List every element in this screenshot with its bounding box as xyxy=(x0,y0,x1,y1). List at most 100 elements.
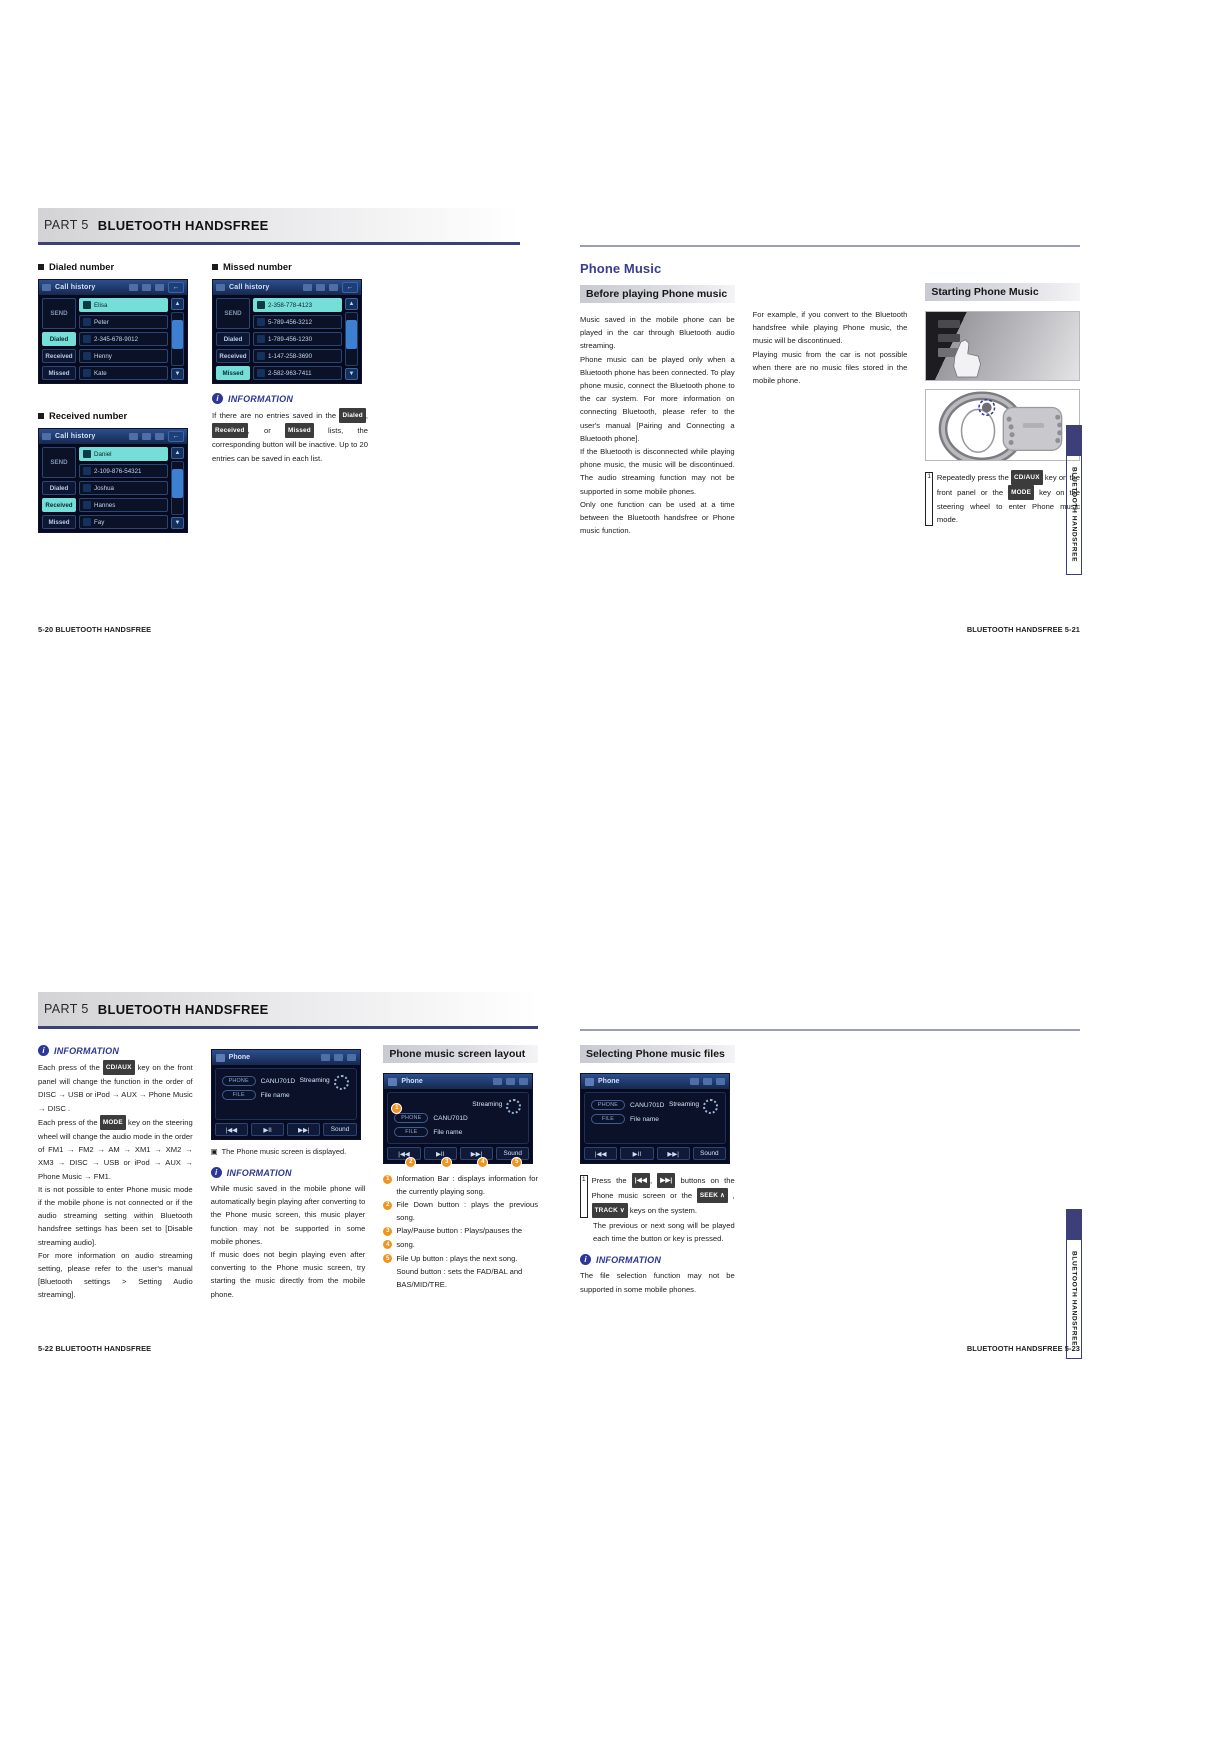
paragraph: If music does not begin playing even aft… xyxy=(210,1250,366,1299)
list-item[interactable]: Fay xyxy=(79,515,168,529)
step-text-2: , xyxy=(649,1176,658,1185)
tab-missed[interactable]: Missed xyxy=(216,366,250,380)
list-item[interactable]: 2-358-778-4123 xyxy=(253,298,342,312)
send-button[interactable]: SEND xyxy=(216,298,250,329)
sound-button[interactable]: Sound xyxy=(323,1123,357,1136)
scroll-track[interactable] xyxy=(345,312,358,366)
information-bar: Streaming 1 PHONE CANU701D FILE File nam… xyxy=(387,1092,530,1144)
bullet-square-icon xyxy=(212,263,218,270)
front-panel-cd-aux-key-photo xyxy=(925,311,1081,381)
scrollbar[interactable]: ▲ ▼ xyxy=(171,298,184,380)
subsection-starting-phone-music: Starting Phone Music xyxy=(925,283,1081,301)
screen-caption: ▣ The Phone music screen is displayed. xyxy=(211,1146,366,1158)
scroll-thumb[interactable] xyxy=(346,320,357,350)
list-item[interactable]: Joshua xyxy=(79,481,168,495)
list-item[interactable]: Peter xyxy=(79,315,168,329)
tab-dialed[interactable]: Dialed xyxy=(216,332,250,346)
file-name-value: File name xyxy=(630,1115,659,1123)
list-item[interactable]: 2-109-876-54321 xyxy=(79,464,168,478)
phone-name-value: CANU701D xyxy=(433,1114,468,1122)
send-button[interactable]: SEND xyxy=(42,298,76,329)
list-item[interactable]: Hannes xyxy=(79,498,168,512)
call-history-icon xyxy=(42,433,51,440)
header-rule xyxy=(38,242,520,245)
page-columns: Phone Music Before playing Phone music M… xyxy=(580,261,1081,537)
part-header: PART 5 BLUETOOTH HANDSFREE xyxy=(38,992,538,1026)
scroll-up-icon[interactable]: ▲ xyxy=(345,298,358,310)
list-item: 4 song. xyxy=(383,1239,538,1252)
scroll-up-icon[interactable]: ▲ xyxy=(171,298,184,310)
side-tab-label: BLUETOOTH HANDSFREE xyxy=(1070,1251,1078,1347)
screen-phone-music: Phone Streaming PHONE CANU701D FILE File… xyxy=(210,1049,361,1140)
back-arrow-icon[interactable]: ← xyxy=(168,431,184,442)
step-text-1: Repeatedly press the xyxy=(936,473,1011,482)
play-pause-button[interactable]: ▶II xyxy=(423,1147,457,1160)
bluetooth-icon xyxy=(155,284,164,291)
scroll-down-icon[interactable]: ▼ xyxy=(345,368,358,380)
info-text-3: Each press of the xyxy=(38,1117,100,1127)
file-up-button[interactable]: ▶▶| xyxy=(459,1147,494,1160)
column-starting-phone-music: Starting Phone Music 1 Repeatedly press … xyxy=(925,261,1081,537)
list-item[interactable]: 5-789-456-3212 xyxy=(253,315,342,329)
tab-received[interactable]: Received xyxy=(216,349,250,363)
play-pause-button[interactable]: ▶II xyxy=(250,1123,285,1136)
side-tab-bluetooth-handsfree: BLUETOOTH HANDSFREE xyxy=(1066,425,1082,575)
paragraph: For more information on audio streaming … xyxy=(38,1250,193,1300)
paragraph: While music saved in the mobile phone wi… xyxy=(210,1184,366,1246)
callout-marker-2: 2 xyxy=(406,1150,416,1168)
file-down-button[interactable]: |◀◀ xyxy=(387,1147,421,1160)
file-pill-label: FILE xyxy=(221,1090,256,1100)
list-item[interactable]: Daniel xyxy=(79,447,168,461)
tab-missed[interactable]: Missed xyxy=(42,366,76,380)
list-item[interactable]: 2-582-963-7411 xyxy=(253,366,342,380)
tab-dialed[interactable]: Dialed xyxy=(42,481,76,495)
list-item[interactable]: Kate xyxy=(79,366,168,380)
list-item[interactable]: 1-789-456-1230 xyxy=(253,332,342,346)
scrollbar[interactable]: ▲ ▼ xyxy=(171,447,184,529)
heading-dialed-number: Dialed number xyxy=(38,261,194,272)
list-item[interactable]: Henny xyxy=(79,349,168,363)
tab-received[interactable]: Received xyxy=(42,349,76,363)
file-pill-label: FILE xyxy=(591,1114,625,1124)
callout-marker-4: 4 xyxy=(478,1150,488,1168)
side-tab-block xyxy=(1067,1210,1081,1240)
file-down-button[interactable]: |◀◀ xyxy=(584,1147,618,1160)
play-pause-button[interactable]: ▶II xyxy=(620,1147,654,1160)
list-item[interactable]: 2-345-678-9012 xyxy=(79,332,168,346)
tab-received[interactable]: Received xyxy=(42,498,76,512)
file-up-button[interactable]: ▶▶| xyxy=(656,1147,690,1160)
tab-missed[interactable]: Missed xyxy=(42,515,76,529)
send-button[interactable]: SEND xyxy=(42,447,76,478)
sound-button[interactable]: Sound xyxy=(692,1147,726,1160)
scroll-thumb[interactable] xyxy=(172,469,183,499)
scroll-up-icon[interactable]: ▲ xyxy=(171,447,184,459)
list-item-label: 2-582-963-7411 xyxy=(268,369,312,377)
information-label: INFORMATION xyxy=(54,1045,120,1056)
paragraph: Playing music from the car is not possib… xyxy=(752,349,908,386)
tab-dialed[interactable]: Dialed xyxy=(42,332,76,346)
list-item[interactable]: Elisa xyxy=(79,298,168,312)
scrollbar[interactable]: ▲ ▼ xyxy=(345,298,358,380)
battery-icon xyxy=(303,284,312,291)
scroll-thumb[interactable] xyxy=(172,320,183,350)
phone-pill-label: PHONE xyxy=(221,1076,256,1086)
scroll-track[interactable] xyxy=(171,312,184,366)
scroll-down-icon[interactable]: ▼ xyxy=(171,368,184,380)
file-up-button[interactable]: ▶▶| xyxy=(287,1123,321,1136)
scroll-down-icon[interactable]: ▼ xyxy=(171,517,184,529)
information-heading: i INFORMATION xyxy=(212,393,368,404)
battery-icon xyxy=(493,1078,503,1085)
callout-text: File Down button : plays the previous so… xyxy=(396,1200,539,1222)
part-title-label: BLUETOOTH HANDSFREE xyxy=(97,1001,269,1017)
back-arrow-icon[interactable]: ← xyxy=(168,282,184,293)
list-item[interactable]: 1-147-258-3690 xyxy=(253,349,342,363)
back-arrow-icon[interactable]: ← xyxy=(342,282,358,293)
streaming-label: Streaming xyxy=(299,1077,330,1084)
step-text: Press the |◀◀, ▶▶| buttons on the Phone … xyxy=(591,1173,735,1218)
scroll-track[interactable] xyxy=(171,461,184,515)
file-name-value: File name xyxy=(433,1128,463,1136)
column-screen-layout: Phone music screen layout Phone Streamin… xyxy=(383,1045,539,1302)
file-down-button[interactable]: |◀◀ xyxy=(214,1123,248,1136)
heading-missed-number: Missed number xyxy=(212,261,368,272)
information-icon: i xyxy=(212,393,223,404)
